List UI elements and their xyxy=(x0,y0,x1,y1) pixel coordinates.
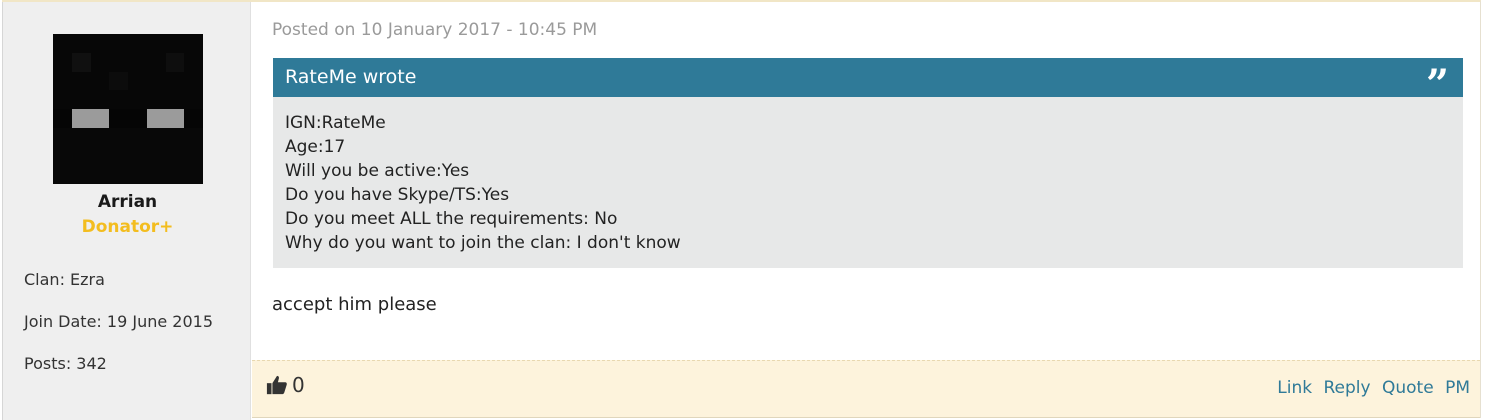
author-username[interactable]: Arrian xyxy=(3,192,252,212)
reply-action[interactable]: Reply xyxy=(1323,378,1370,398)
like-button[interactable]: 0 xyxy=(266,373,305,397)
quote-header: RateMe wrote ” xyxy=(273,58,1463,97)
quote-line: Why do you want to join the clan: I don'… xyxy=(285,233,681,253)
author-clan: Clan: Ezra xyxy=(24,270,105,289)
quote-block: RateMe wrote ” IGN:RateMe Age:17 Will yo… xyxy=(273,58,1463,268)
quote-icon: ” xyxy=(1425,65,1449,91)
quote-body: IGN:RateMe Age:17 Will you be active:Yes… xyxy=(273,97,1463,268)
quote-line: Do you have Skype/TS:Yes xyxy=(285,185,510,205)
quote-action[interactable]: Quote xyxy=(1382,378,1434,398)
post-timestamp: Posted on 10 January 2017 - 10:45 PM xyxy=(272,20,598,40)
quote-line: IGN:RateMe xyxy=(285,113,386,133)
quote-author: RateMe wrote xyxy=(285,66,417,88)
post-message: accept him please xyxy=(272,294,437,315)
post-content: Posted on 10 January 2017 - 10:45 PM Rat… xyxy=(252,2,1480,420)
post-author-sidebar: Arrian Donator+ Clan: Ezra Join Date: 19… xyxy=(2,2,251,420)
thumbs-up-icon xyxy=(266,375,287,395)
author-join-date: Join Date: 19 June 2015 xyxy=(24,312,213,331)
post-footer: 0 Link Reply Quote PM xyxy=(252,360,1480,418)
quote-line: Will you be active:Yes xyxy=(285,161,470,181)
like-count: 0 xyxy=(292,373,305,397)
avatar[interactable] xyxy=(53,34,203,184)
author-rank: Donator+ xyxy=(81,217,174,237)
quote-line: Age:17 xyxy=(285,137,346,157)
forum-post: Arrian Donator+ Clan: Ezra Join Date: 19… xyxy=(2,0,1481,420)
pm-action[interactable]: PM xyxy=(1445,378,1470,398)
link-action[interactable]: Link xyxy=(1277,378,1312,398)
post-actions: Link Reply Quote PM xyxy=(1271,378,1470,398)
quote-line: Do you meet ALL the requirements: No xyxy=(285,209,618,229)
author-post-count: Posts: 342 xyxy=(24,354,107,373)
